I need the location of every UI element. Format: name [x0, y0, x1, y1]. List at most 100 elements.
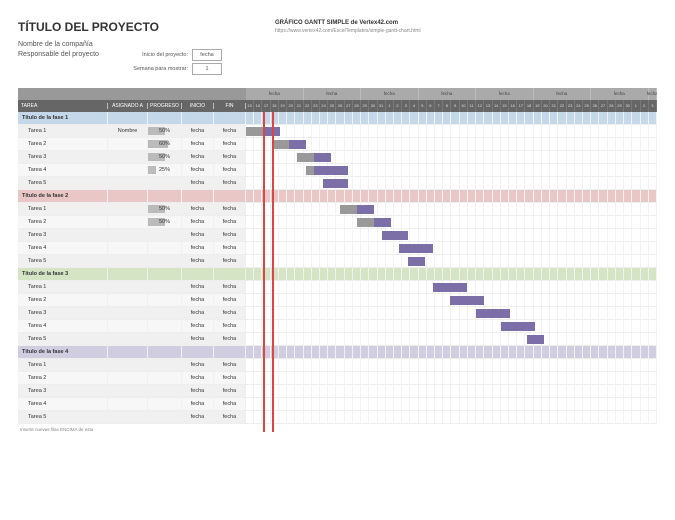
task-row[interactable]: Tarea 260%fechafecha	[18, 138, 246, 151]
task-row[interactable]: Tarea 4fechafecha	[18, 242, 246, 255]
day-header: 5	[419, 100, 427, 112]
gantt-bar-done[interactable]	[340, 205, 357, 214]
day-header: 1	[386, 100, 394, 112]
gantt-bar[interactable]	[357, 205, 374, 214]
task-row[interactable]: Tarea 3fechafecha	[18, 229, 246, 242]
day-header: 10	[460, 100, 468, 112]
day-header: 16	[254, 100, 262, 112]
task-progress: 50%	[148, 203, 182, 215]
task-row[interactable]: Tarea 4fechafecha	[18, 320, 246, 333]
phase-grid-row	[246, 112, 657, 125]
task-row[interactable]: Tarea 5fechafecha	[18, 255, 246, 268]
task-grid-row	[246, 255, 657, 268]
task-row[interactable]: Tarea 150%fechafecha	[18, 203, 246, 216]
task-row[interactable]: Tarea 5fechafecha	[18, 333, 246, 346]
task-row[interactable]: Tarea 350%fechafecha	[18, 151, 246, 164]
day-header: 4	[410, 100, 418, 112]
day-header: 29	[616, 100, 624, 112]
phase-grid-row	[246, 190, 657, 203]
week-header: fecha	[534, 88, 592, 100]
week-header: fecha	[476, 88, 534, 100]
phase-header: Título de la fase 3	[18, 268, 246, 281]
day-header: 28	[608, 100, 616, 112]
task-row[interactable]: Tarea 4fechafecha	[18, 398, 246, 411]
gantt-bar[interactable]	[374, 218, 391, 227]
task-row[interactable]: Tarea 5fechafecha	[18, 177, 246, 190]
task-row[interactable]: Tarea 425%fechafecha	[18, 164, 246, 177]
day-header: 29	[361, 100, 369, 112]
task-grid-row	[246, 294, 657, 307]
gantt-bar[interactable]	[501, 322, 535, 331]
day-header: 15	[246, 100, 254, 112]
task-row[interactable]: Tarea 1Nombre50%fechafecha	[18, 125, 246, 138]
today-marker	[263, 112, 265, 432]
task-progress	[148, 242, 182, 254]
gantt-bar[interactable]	[476, 309, 510, 318]
day-header: 19	[279, 100, 287, 112]
task-name: Tarea 5	[18, 411, 108, 423]
task-row[interactable]: Tarea 2fechafecha	[18, 294, 246, 307]
credit-title: GRÁFICO GANTT SIMPLE de Vertex42.com	[275, 20, 421, 26]
gantt-bar-done[interactable]	[357, 218, 374, 227]
task-row[interactable]: Tarea 2fechafecha	[18, 372, 246, 385]
day-header: 23	[567, 100, 575, 112]
task-progress	[148, 398, 182, 410]
task-grid-row	[246, 203, 657, 216]
task-assignee	[108, 398, 148, 410]
day-header: 31	[378, 100, 386, 112]
gantt-bar[interactable]	[527, 335, 544, 344]
credit-url[interactable]: https://www.vertex42.com/ExcelTemplates/…	[275, 28, 421, 34]
task-row[interactable]: Tarea 5fechafecha	[18, 411, 246, 424]
task-row[interactable]: Tarea 3fechafecha	[18, 307, 246, 320]
gantt-bar[interactable]	[399, 244, 433, 253]
gantt-bar[interactable]	[314, 166, 348, 175]
task-progress	[148, 320, 182, 332]
display-week-input[interactable]: 1	[192, 63, 222, 75]
task-start: fecha	[182, 359, 214, 371]
task-end: fecha	[214, 320, 246, 332]
task-assignee	[108, 372, 148, 384]
task-end: fecha	[214, 398, 246, 410]
task-assignee	[108, 203, 148, 215]
gantt-bar[interactable]	[450, 296, 484, 305]
task-progress	[148, 294, 182, 306]
task-progress	[148, 372, 182, 384]
task-row[interactable]: Tarea 1fechafecha	[18, 359, 246, 372]
column-headers: TAREA ASIGNADO A PROGRESO INICIO FIN	[18, 100, 246, 112]
gantt-bar-done[interactable]	[297, 153, 314, 162]
gantt-timeline: fechafechafechafechafechafechafechafecha…	[246, 88, 657, 432]
gantt-bar[interactable]	[433, 283, 467, 292]
gantt-bar-done[interactable]	[272, 140, 289, 149]
task-start: fecha	[182, 203, 214, 215]
task-row[interactable]: Tarea 3fechafecha	[18, 385, 246, 398]
task-grid-row	[246, 320, 657, 333]
phase-grid-row	[246, 346, 657, 359]
gantt-bar[interactable]	[323, 179, 349, 188]
task-name: Tarea 5	[18, 177, 108, 189]
day-header: 26	[336, 100, 344, 112]
day-header: 24	[320, 100, 328, 112]
task-end: fecha	[214, 294, 246, 306]
task-end: fecha	[214, 164, 246, 176]
start-date-input[interactable]: fecha	[192, 49, 222, 61]
task-name: Tarea 3	[18, 229, 108, 241]
gantt-bar[interactable]	[314, 153, 331, 162]
gantt-bar[interactable]	[382, 231, 408, 240]
day-header: 25	[583, 100, 591, 112]
day-header: 30	[624, 100, 632, 112]
task-end: fecha	[214, 359, 246, 371]
gantt-bar-done[interactable]	[246, 127, 263, 136]
task-grid-row	[246, 125, 657, 138]
task-grid-row	[246, 229, 657, 242]
task-start: fecha	[182, 255, 214, 267]
project-owner: Responsable del proyecto	[18, 50, 657, 60]
gantt-bar[interactable]	[289, 140, 306, 149]
task-row[interactable]: Tarea 1fechafecha	[18, 281, 246, 294]
task-row[interactable]: Tarea 250%fechafecha	[18, 216, 246, 229]
day-header: 20	[542, 100, 550, 112]
gantt-bar[interactable]	[408, 257, 425, 266]
task-name: Tarea 3	[18, 385, 108, 397]
task-name: Tarea 2	[18, 138, 108, 150]
day-header: 15	[501, 100, 509, 112]
gantt-bar-done[interactable]	[306, 166, 315, 175]
